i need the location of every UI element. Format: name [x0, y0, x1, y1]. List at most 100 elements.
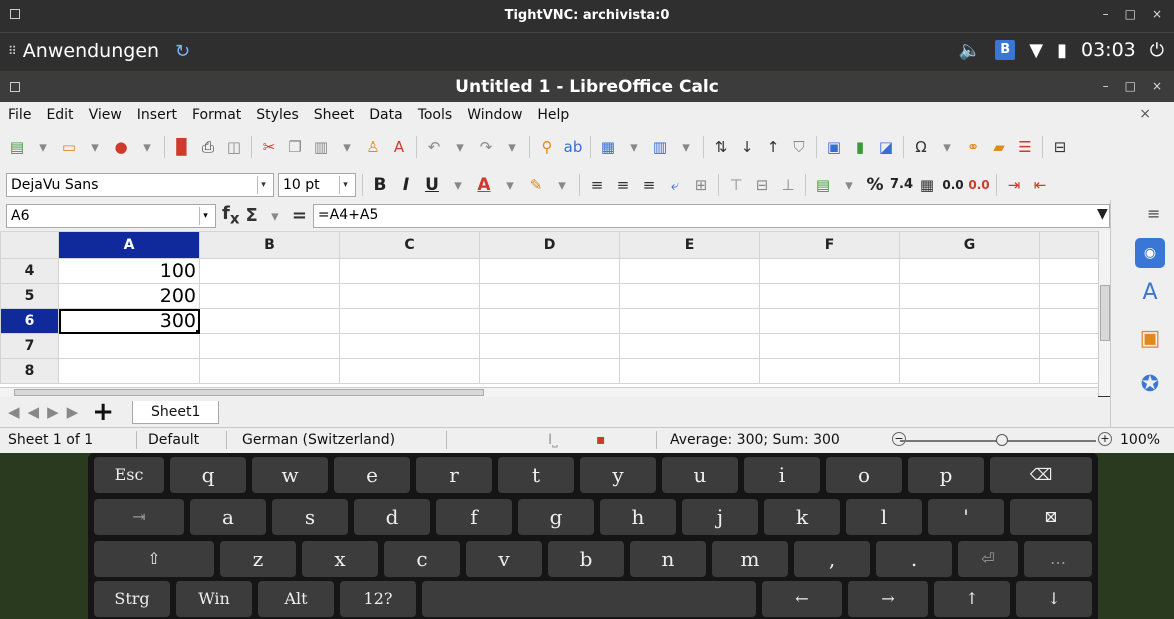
menu-help[interactable]: Help	[537, 107, 569, 123]
menu-view[interactable]: View	[89, 107, 122, 123]
properties-icon[interactable]: ◉	[1135, 238, 1165, 268]
menu-file[interactable]: File	[8, 107, 31, 123]
key-v[interactable]: v	[466, 541, 542, 577]
align-middle-icon[interactable]: ⊟	[751, 174, 773, 196]
comment-icon[interactable]: ▰	[988, 136, 1010, 158]
number-format-icon[interactable]: 7.4	[890, 174, 913, 196]
paste-dropdown-icon[interactable]: ▾	[336, 136, 358, 158]
vnc-maximize-button[interactable]: □	[1125, 7, 1136, 21]
key-w[interactable]: w	[252, 457, 328, 493]
language[interactable]: German (Switzerland)	[242, 432, 395, 448]
formula-icon[interactable]: =	[292, 205, 307, 226]
align-center-icon[interactable]: ≡	[612, 174, 634, 196]
highlight-dropdown-icon[interactable]: ▾	[551, 174, 573, 196]
key-space[interactable]	[422, 581, 756, 617]
key-numbers[interactable]: 12?	[340, 581, 416, 617]
column-header-g[interactable]: G	[899, 231, 1040, 259]
cell[interactable]	[759, 308, 900, 334]
cell[interactable]	[1039, 283, 1100, 309]
cell[interactable]	[899, 308, 1040, 334]
navigator-icon[interactable]: ✪	[1135, 370, 1165, 400]
vertical-scroll-thumb[interactable]	[1100, 285, 1110, 341]
first-sheet-icon[interactable]: ◀	[8, 403, 20, 421]
spelling-icon[interactable]: ab	[562, 136, 584, 158]
column-header-e[interactable]: E	[619, 231, 760, 259]
sum-dropdown-icon[interactable]: ▾	[264, 205, 286, 227]
align-bottom-icon[interactable]: ⊥	[777, 174, 799, 196]
font-color-dropdown-icon[interactable]: ▾	[499, 174, 521, 196]
cell-a7[interactable]	[58, 333, 200, 359]
percent-format-icon[interactable]: %	[864, 174, 886, 196]
decrease-indent-icon[interactable]: ⇤	[1029, 174, 1051, 196]
row-header-active[interactable]: 6	[0, 308, 59, 334]
save-icon[interactable]: ●	[110, 136, 132, 158]
wifi-icon[interactable]: ▼	[1029, 40, 1043, 61]
column-dropdown-icon[interactable]: ▾	[675, 136, 697, 158]
cell[interactable]	[199, 358, 340, 384]
key-backspace[interactable]: ⌫	[990, 457, 1092, 493]
key-e[interactable]: e	[334, 457, 410, 493]
cell[interactable]	[1039, 333, 1100, 359]
cell[interactable]	[1039, 358, 1100, 384]
chevron-down-icon[interactable]: ▾	[257, 176, 269, 194]
key-arrow-down[interactable]: ↓	[1016, 581, 1092, 617]
key-x[interactable]: x	[302, 541, 378, 577]
currency-format-icon[interactable]: ▤	[812, 174, 834, 196]
menu-format[interactable]: Format	[192, 107, 241, 123]
currency-dropdown-icon[interactable]: ▾	[838, 174, 860, 196]
power-icon[interactable]: ⏻	[1150, 40, 1164, 61]
menu-insert[interactable]: Insert	[137, 107, 177, 123]
page-style[interactable]: Default	[148, 432, 199, 448]
cell[interactable]	[199, 258, 340, 284]
bold-icon[interactable]: B	[369, 174, 391, 196]
insert-image-icon[interactable]: ▣	[823, 136, 845, 158]
undo-icon[interactable]: ↶	[423, 136, 445, 158]
key-s[interactable]: s	[272, 499, 348, 535]
key-shift[interactable]: ⇧	[94, 541, 214, 577]
undo-dropdown-icon[interactable]: ▾	[449, 136, 471, 158]
cell[interactable]	[899, 283, 1040, 309]
cell[interactable]	[759, 333, 900, 359]
key-close-keyboard[interactable]: ⊠	[1010, 499, 1092, 535]
new-dropdown-icon[interactable]: ▾	[32, 136, 54, 158]
align-right-icon[interactable]: ≡	[638, 174, 660, 196]
merge-cells-icon[interactable]: ⊞	[690, 174, 712, 196]
vnc-minimize-button[interactable]: –	[1103, 7, 1109, 21]
font-size-box[interactable]: 10 pt ▾	[278, 173, 356, 197]
key-arrow-up[interactable]: ↑	[934, 581, 1010, 617]
cell[interactable]	[899, 258, 1040, 284]
cell-a5[interactable]: 200	[58, 283, 200, 309]
find-replace-icon[interactable]: ⚲	[536, 136, 558, 158]
expand-formula-icon[interactable]: ▼	[1097, 206, 1108, 222]
key-d[interactable]: d	[354, 499, 430, 535]
pivot-table-icon[interactable]: ◪	[875, 136, 897, 158]
cut-icon[interactable]: ✂	[258, 136, 280, 158]
redo-dropdown-icon[interactable]: ▾	[501, 136, 523, 158]
increase-indent-icon[interactable]: ⇥	[1003, 174, 1025, 196]
key-u[interactable]: u	[662, 457, 738, 493]
cell[interactable]	[619, 283, 760, 309]
cell[interactable]	[1039, 258, 1100, 284]
key-comma[interactable]: ,	[794, 541, 870, 577]
vertical-scrollbar[interactable]	[1098, 231, 1110, 396]
cell[interactable]	[899, 333, 1040, 359]
row-header[interactable]: 8	[0, 358, 59, 384]
keyboard-layout-icon[interactable]: B	[995, 40, 1016, 60]
cell[interactable]	[759, 283, 900, 309]
special-character-icon[interactable]: Ω	[910, 136, 932, 158]
cell-a6-selected[interactable]: 300	[58, 308, 200, 334]
print-preview-icon[interactable]: ◫	[223, 136, 245, 158]
cell[interactable]	[619, 358, 760, 384]
horizontal-scrollbar[interactable]	[0, 387, 1098, 397]
menu-tools[interactable]: Tools	[418, 107, 453, 123]
close-document-icon[interactable]: ×	[1139, 106, 1151, 122]
special-character-dropdown-icon[interactable]: ▾	[936, 136, 958, 158]
row-header[interactable]: 5	[0, 283, 59, 309]
key-apostrophe[interactable]: '	[928, 499, 1004, 535]
new-icon[interactable]: ▤	[6, 136, 28, 158]
cell[interactable]	[199, 333, 340, 359]
gallery-icon[interactable]: ▣	[1135, 324, 1165, 354]
row-header[interactable]: 7	[0, 333, 59, 359]
date-format-icon[interactable]: ▦	[916, 174, 938, 196]
cell[interactable]	[759, 358, 900, 384]
